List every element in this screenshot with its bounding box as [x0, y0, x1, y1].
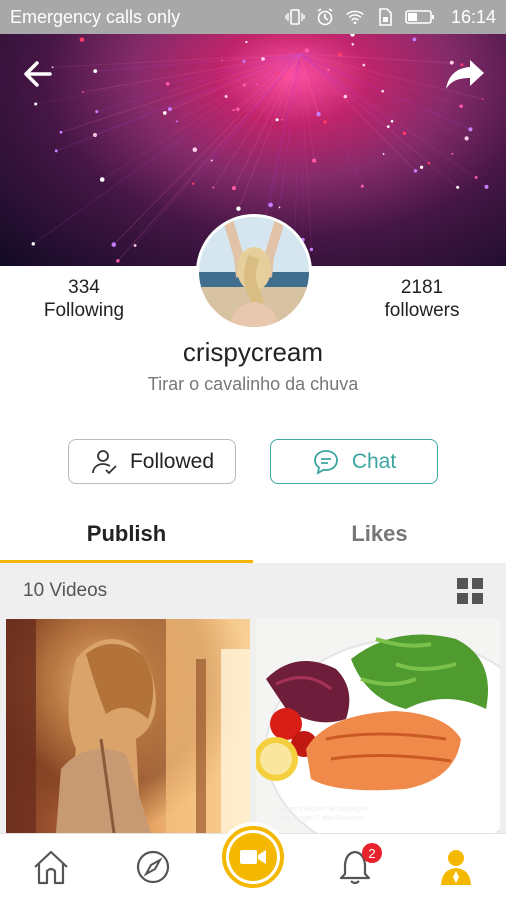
share-icon[interactable] — [444, 56, 488, 92]
sim-icon — [379, 8, 392, 26]
chat-label: Chat — [351, 449, 397, 473]
videos-header: 10 Videos — [0, 563, 506, 619]
followed-label: Followed — [129, 449, 215, 473]
chat-bubble-icon — [313, 449, 338, 475]
battery-icon — [405, 10, 434, 24]
record-core — [229, 833, 277, 881]
chat-button[interactable]: Chat — [270, 439, 438, 484]
vibrate-icon — [285, 9, 305, 25]
status-icons: 16:14 — [285, 7, 496, 28]
portrait-thumbnail-image — [6, 619, 250, 833]
grid-view-icon[interactable] — [457, 578, 483, 604]
compass-icon[interactable] — [133, 847, 173, 887]
tab-likes[interactable]: Likes — [253, 505, 506, 563]
video-grid: Linger's kitchen all copyrights http://l… — [0, 619, 506, 833]
followed-button[interactable]: Followed — [68, 439, 236, 484]
followers-count: 2181 — [400, 277, 444, 298]
following-count: 334 — [68, 277, 100, 298]
carrier-text: Emergency calls only — [10, 6, 181, 27]
alarm-icon — [317, 8, 333, 26]
wifi-icon — [346, 10, 364, 25]
tab-publish[interactable]: Publish — [0, 505, 253, 563]
profile-tabs: Publish Likes — [0, 505, 506, 563]
followers-label: followers — [384, 300, 460, 321]
user-check-icon — [92, 449, 117, 474]
following-label: Following — [43, 300, 125, 321]
status-bar: Emergency calls only 16:14 — [0, 0, 506, 34]
back-icon[interactable] — [20, 56, 56, 92]
thumbnail-watermark: Linger's kitchen all copyrights http://l… — [278, 806, 370, 822]
record-video-button[interactable] — [218, 822, 288, 892]
following-stat[interactable]: 334 Following — [9, 276, 159, 322]
record-ring — [222, 826, 284, 888]
video-camera-icon — [240, 850, 266, 864]
notification-badge: 2 — [362, 843, 382, 863]
home-icon[interactable] — [31, 847, 71, 887]
avatar-photo — [199, 217, 309, 327]
username: crispycream — [182, 337, 324, 367]
followers-stat[interactable]: 2181 followers — [347, 276, 497, 322]
bio: Tirar o cavalinho da chuva — [147, 374, 359, 394]
avatar[interactable] — [196, 214, 312, 330]
clock: 16:14 — [450, 6, 496, 27]
video-count: 10 Videos — [23, 580, 108, 601]
video-thumbnail[interactable]: Linger's kitchen all copyrights http://l… — [256, 619, 500, 833]
salmon-dish-thumbnail-image — [256, 634, 500, 833]
profile-icon[interactable] — [436, 847, 476, 887]
video-thumbnail[interactable] — [6, 619, 250, 833]
